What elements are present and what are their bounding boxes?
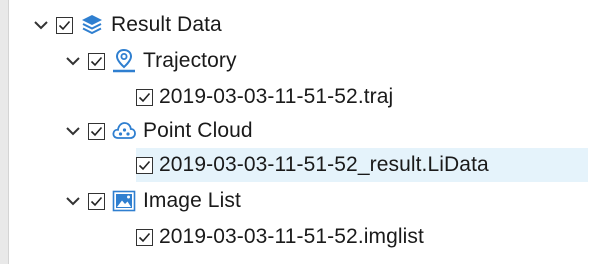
image-list-label: Image List xyxy=(143,189,241,212)
location-pin-icon xyxy=(111,48,137,74)
image-icon xyxy=(111,188,137,214)
image-list-file-checkbox[interactable] xyxy=(136,228,153,246)
trajectory-label: Trajectory xyxy=(143,49,237,72)
point-cloud-label: Point Cloud xyxy=(143,119,253,142)
chevron-down-icon[interactable] xyxy=(62,50,84,72)
tree-node-result-data[interactable]: Result Data xyxy=(30,8,222,42)
point-cloud-file-checkbox[interactable] xyxy=(136,156,153,174)
layers-icon xyxy=(79,12,105,38)
result-data-checkbox[interactable] xyxy=(56,16,73,34)
point-cloud-file-label: 2019-03-03-11-51-52_result.LiData xyxy=(159,153,489,176)
chevron-down-icon[interactable] xyxy=(30,14,52,36)
trajectory-file-checkbox[interactable] xyxy=(136,88,153,106)
point-cloud-icon xyxy=(111,118,137,144)
point-cloud-checkbox[interactable] xyxy=(88,122,105,140)
tree-node-trajectory[interactable]: Trajectory xyxy=(62,44,237,78)
tree-leaf-image-list-file[interactable]: 2019-03-03-11-51-52.imglist xyxy=(136,220,424,254)
tree-leaf-point-cloud-file[interactable]: 2019-03-03-11-51-52_result.LiData xyxy=(136,148,489,182)
tree-node-image-list[interactable]: Image List xyxy=(62,184,241,218)
trajectory-checkbox[interactable] xyxy=(88,52,105,70)
tree-node-point-cloud[interactable]: Point Cloud xyxy=(62,114,253,148)
image-list-file-label: 2019-03-03-11-51-52.imglist xyxy=(159,225,424,248)
result-data-label: Result Data xyxy=(111,13,222,36)
trajectory-file-label: 2019-03-03-11-51-52.traj xyxy=(159,85,394,108)
chevron-down-icon[interactable] xyxy=(62,120,84,142)
tree-leaf-trajectory-file[interactable]: 2019-03-03-11-51-52.traj xyxy=(136,80,393,114)
result-tree: Result Data Trajectory 2019-03-03-11-51-… xyxy=(0,0,594,264)
chevron-down-icon[interactable] xyxy=(62,190,84,212)
image-list-checkbox[interactable] xyxy=(88,192,105,210)
